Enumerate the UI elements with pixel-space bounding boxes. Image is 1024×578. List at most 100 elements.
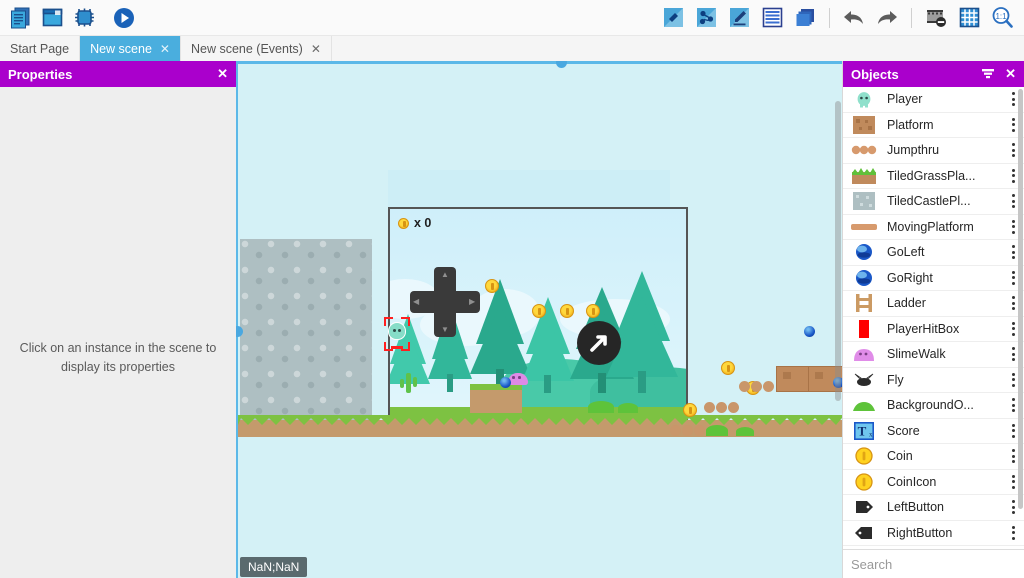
preview-play-button[interactable] (110, 4, 138, 32)
jump-button-instance[interactable] (577, 321, 621, 365)
grid-icon (959, 7, 979, 28)
redo-arrow-icon (878, 10, 897, 24)
object-list-item[interactable]: CoinIcon (843, 470, 1024, 495)
coin-instance[interactable] (485, 279, 499, 293)
coin-instance[interactable] (586, 304, 600, 318)
background-object-instance[interactable] (706, 425, 728, 436)
scene-canvas[interactable]: x 0 ▲ ▼ ◀ ▶ NaN;NaN (236, 61, 842, 578)
open-debugger-button[interactable] (70, 4, 98, 32)
open-layers-button[interactable] (791, 4, 819, 32)
toolbar-right-group: 1:1 (659, 4, 1024, 32)
coin-instance[interactable] (683, 403, 697, 417)
tiled-castle-platform-instance[interactable] (240, 239, 372, 429)
object-list-item[interactable]: Ladder (843, 291, 1024, 317)
close-icon[interactable]: ✕ (1005, 66, 1016, 82)
undo-button[interactable] (840, 4, 868, 32)
jumpthru-instance[interactable] (739, 381, 774, 392)
background-bush (618, 403, 638, 413)
open-project-manager-button[interactable] (6, 4, 34, 32)
tab-start-page[interactable]: Start Page (0, 36, 81, 61)
zoom-1-1-icon: 1:1 (992, 7, 1013, 28)
object-list-item[interactable]: MovingPlatform (843, 215, 1024, 240)
object-list-item[interactable]: Platform (843, 113, 1024, 138)
gold-coin-icon (849, 446, 879, 466)
object-list-item-label: Ladder (887, 296, 926, 311)
tab-new-scene-events[interactable]: New scene (Events) ✕ (180, 36, 332, 61)
filter-funnel-glyph (982, 69, 995, 79)
object-list-item[interactable]: TiledCastlePl... (843, 189, 1024, 215)
redo-button[interactable] (873, 4, 901, 32)
svg-text:T: T (858, 423, 867, 438)
object-list-item-label: Jumpthru (887, 143, 940, 158)
close-icon[interactable]: ✕ (217, 66, 228, 82)
coin-icon-instance (398, 217, 409, 229)
zoom-reset-button[interactable]: 1:1 (988, 4, 1016, 32)
coin-instance[interactable] (560, 304, 574, 318)
toolbar-divider-2 (911, 7, 912, 28)
selection-corner-mark (408, 342, 410, 351)
object-list-item[interactable]: TiledGrassPla... (843, 164, 1024, 189)
toolbar-divider-1 (829, 7, 830, 28)
grass-platform-instance[interactable] (470, 387, 522, 413)
background-object-instance[interactable] (736, 427, 754, 436)
ladder-tile-icon (849, 293, 879, 313)
object-list-item[interactable]: Coin (843, 444, 1024, 470)
filter-funnel-icon[interactable] (981, 68, 995, 80)
slime-walk-instance[interactable] (508, 373, 528, 385)
properties-panel-body: Click on an instance in the scene to dis… (0, 87, 236, 578)
objects-list[interactable]: Player Platform Jumpthru TiledGrassPla... Ti… (843, 87, 1024, 549)
dpad-instance[interactable]: ▲ ▼ ◀ ▶ (410, 267, 480, 337)
tab-label: Start Page (10, 41, 70, 56)
object-list-item[interactable]: LeftButton (843, 495, 1024, 521)
scene-resize-handle-top[interactable] (556, 61, 567, 68)
add-instance-icon (696, 8, 716, 27)
close-icon[interactable]: ✕ (160, 42, 170, 56)
jumpthru-instance[interactable] (704, 402, 739, 413)
objects-scrollbar[interactable] (1018, 89, 1023, 509)
right-arrow-tag-icon (849, 523, 879, 543)
toggle-grid-button[interactable] (955, 4, 983, 32)
jump-arrow-icon (590, 335, 607, 352)
toggle-mask-button[interactable] (922, 4, 950, 32)
tab-bar-filler (331, 36, 1024, 61)
player-sprite (388, 322, 406, 340)
jumpthru-instance[interactable] (670, 425, 705, 436)
object-list-item[interactable]: SlimeWalk (843, 342, 1024, 368)
object-list-item[interactable]: BackgroundO... (843, 393, 1024, 419)
tab-label: New scene (90, 41, 152, 56)
object-list-item-label: RightButton (887, 525, 953, 540)
object-list-item[interactable]: Jumpthru (843, 138, 1024, 164)
hud-coin-counter: x 0 (398, 216, 431, 230)
go-left-instance[interactable] (500, 377, 511, 388)
panel-title-label: Properties (8, 66, 73, 82)
object-list-item[interactable]: RightButton (843, 521, 1024, 546)
scene-vertical-scrollbar[interactable] (835, 101, 841, 401)
go-left-instance[interactable] (804, 326, 815, 337)
search-input[interactable] (851, 556, 1024, 572)
objects-panel-header: Objects ✕ (843, 61, 1024, 87)
blue-sphere-icon (849, 242, 879, 262)
stacked-pages-icon (10, 7, 29, 29)
close-icon[interactable]: ✕ (311, 42, 321, 56)
object-context-menu-icon[interactable] (1006, 525, 1024, 540)
open-object-list-button[interactable] (758, 4, 786, 32)
object-list-item[interactable]: GoLeft (843, 240, 1024, 266)
dpad-up-arrow-icon: ▲ (441, 270, 449, 279)
tab-new-scene[interactable]: New scene ✕ (80, 36, 181, 61)
coin-instance[interactable] (532, 304, 546, 318)
object-list-item[interactable]: Player (843, 87, 1024, 113)
game-preview-window[interactable]: x 0 ▲ ▼ ◀ ▶ (388, 207, 688, 433)
player-instance-selected[interactable] (384, 317, 410, 351)
add-object-button[interactable] (659, 4, 687, 32)
objects-search-bar[interactable] (843, 549, 1024, 578)
object-list-item[interactable]: Tx Score (843, 419, 1024, 444)
object-list-item[interactable]: GoRight (843, 266, 1024, 291)
selection-corner-mark (384, 342, 386, 351)
object-list-item[interactable]: PlayerHitBox (843, 317, 1024, 342)
add-instance-button[interactable] (692, 4, 720, 32)
open-scene-editor-button[interactable] (38, 4, 66, 32)
coin-instance[interactable] (721, 361, 735, 375)
edit-instance-button[interactable] (725, 4, 753, 32)
selection-corner-mark (384, 317, 386, 326)
object-list-item[interactable]: Fly (843, 368, 1024, 393)
